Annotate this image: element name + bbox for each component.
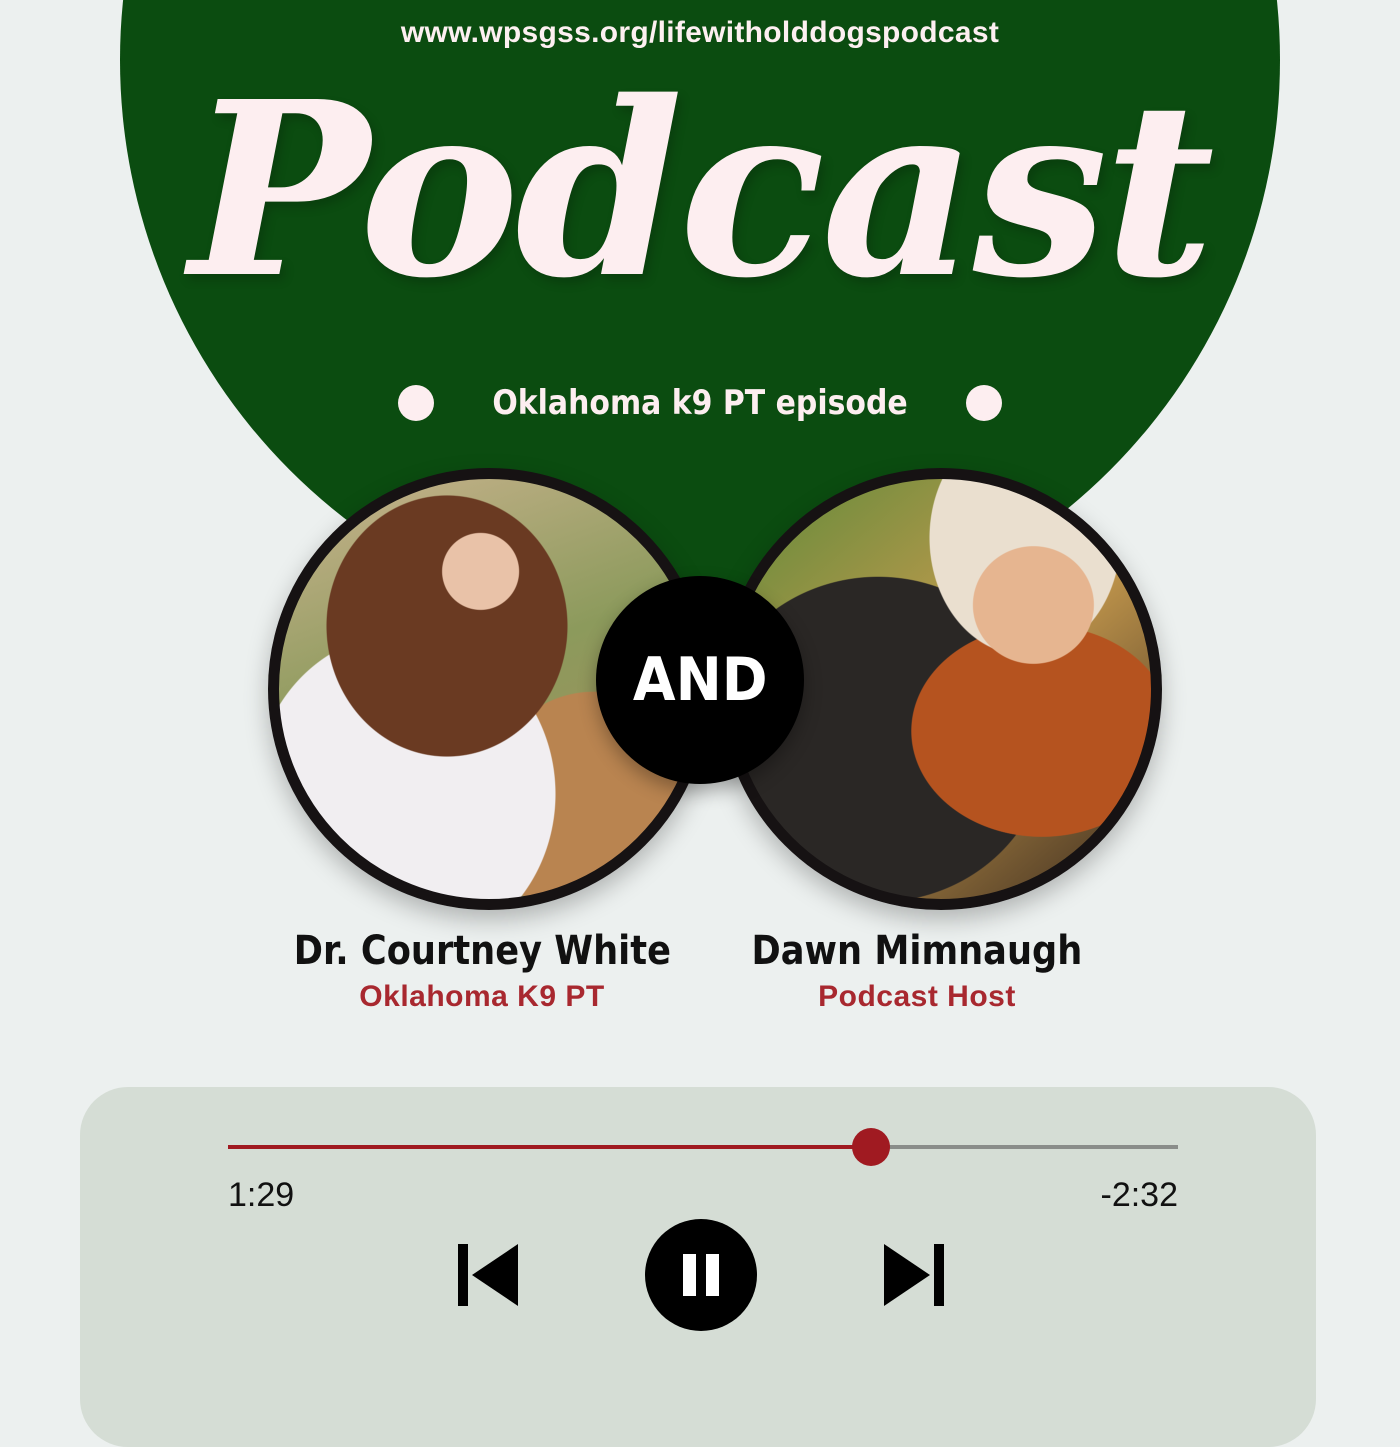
and-label: AND: [632, 645, 768, 715]
host-card: Dawn Mimnaugh Podcast Host: [697, 928, 1137, 1014]
progress-track[interactable]: [228, 1128, 1178, 1166]
previous-button[interactable]: [452, 1242, 522, 1308]
remaining-time: -2:32: [1100, 1176, 1179, 1214]
guest-name: Dr. Courtney White: [293, 928, 671, 974]
page-title: Podcast: [189, 49, 1215, 331]
bullet-dot-left: [398, 385, 434, 421]
host-role: Podcast Host: [818, 980, 1016, 1013]
guest-card: Dr. Courtney White Oklahoma K9 PT: [262, 928, 702, 1014]
episode-row: Oklahoma k9 PT episode: [0, 378, 1400, 428]
episode-title: Oklahoma k9 PT episode: [492, 383, 908, 423]
pause-icon: [683, 1254, 719, 1296]
progress-thumb[interactable]: [852, 1128, 891, 1166]
elapsed-time: 1:29: [228, 1176, 295, 1214]
pause-button[interactable]: [645, 1219, 757, 1331]
progress-fill: [228, 1145, 872, 1149]
guest-role: Oklahoma K9 PT: [359, 980, 605, 1013]
skip-next-icon: [884, 1244, 944, 1306]
skip-previous-icon: [458, 1244, 518, 1306]
bullet-dot-right: [965, 385, 1002, 421]
host-name: Dawn Mimnaugh: [751, 928, 1083, 974]
next-button[interactable]: [880, 1242, 950, 1308]
and-badge: AND: [596, 576, 804, 784]
